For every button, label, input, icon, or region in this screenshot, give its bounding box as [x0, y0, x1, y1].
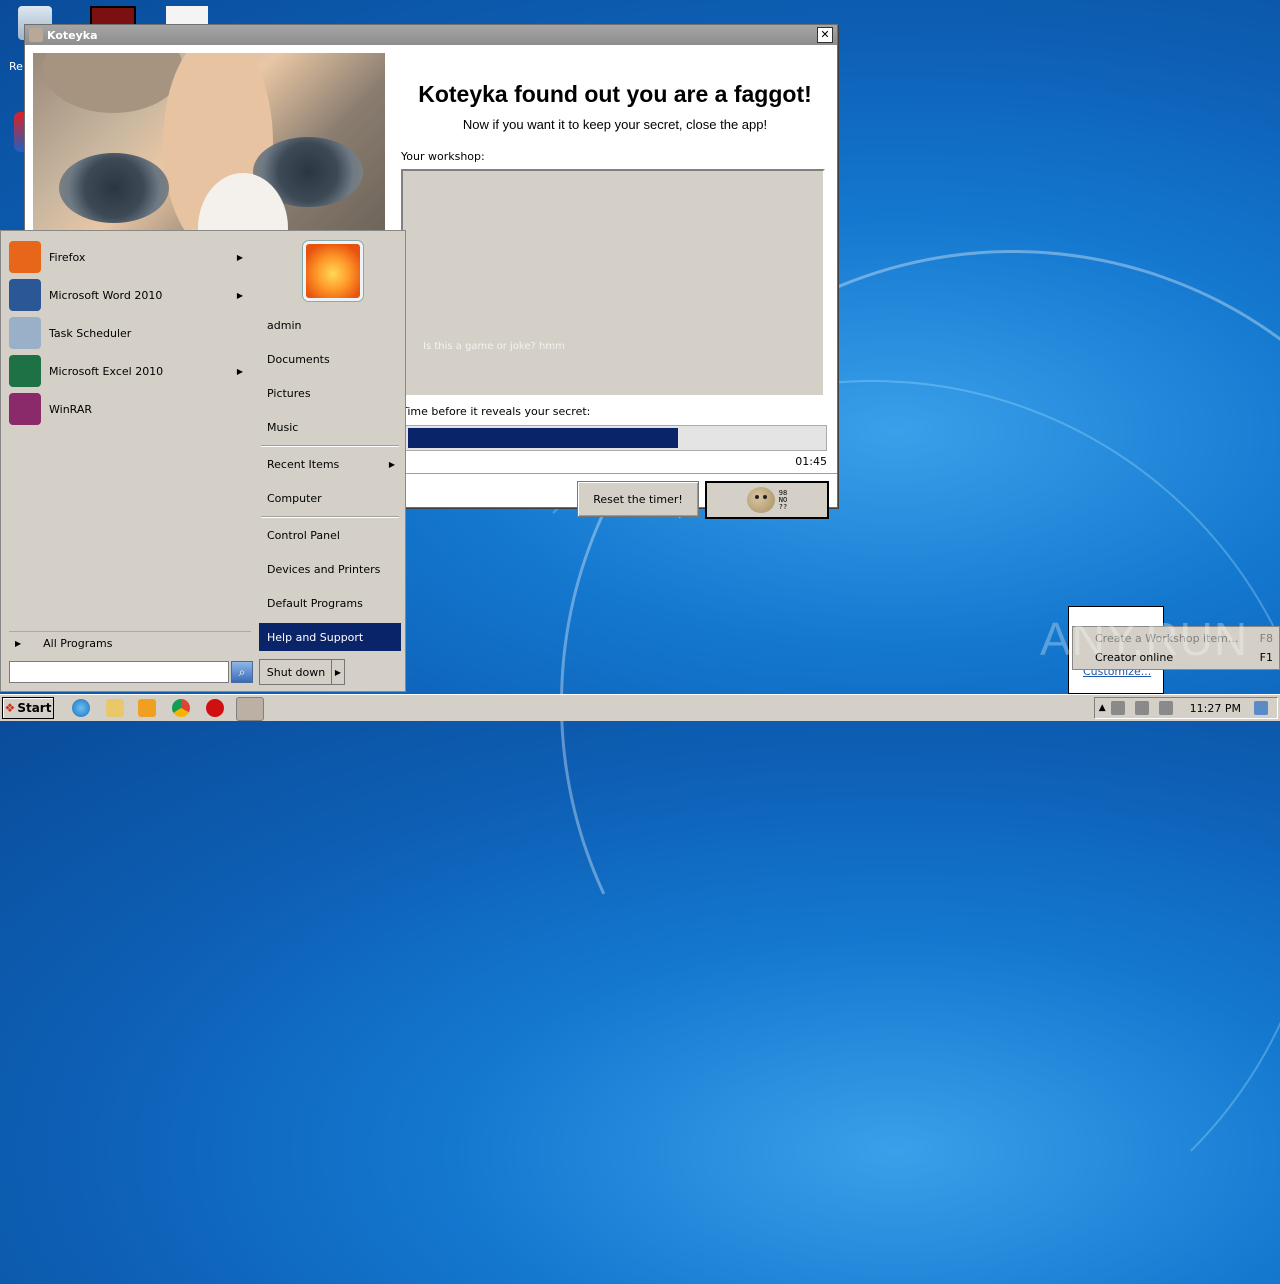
places-item-music[interactable]: Music: [259, 413, 401, 441]
workshop-panel[interactable]: Is this a game or joke? hmm: [401, 169, 825, 397]
shortcut-key: F1: [1259, 651, 1273, 664]
places-item-label: Recent Items: [267, 457, 340, 471]
timer-progress-bar: [405, 425, 827, 451]
shutdown-options-button[interactable]: ▶: [331, 659, 345, 685]
document-icon[interactable]: [166, 6, 208, 24]
divider: [401, 473, 837, 475]
watermark: ANY.RUN: [1040, 613, 1249, 665]
places-item-label: Computer: [267, 491, 322, 505]
start-menu: Firefox ▶ Microsoft Word 2010 ▶ Task Schedul…: [0, 230, 406, 692]
program-label: Task Scheduler: [49, 326, 132, 340]
places-item-label: Pictures: [267, 386, 311, 400]
folder-icon[interactable]: [106, 699, 124, 717]
program-label: Firefox: [49, 250, 86, 264]
all-programs-button[interactable]: ▶ All Programs: [9, 631, 251, 654]
baldi-face-icon: [746, 487, 775, 513]
taskbar: ❖ Start ▲ 11:27 PM: [0, 694, 1280, 721]
search-icon[interactable]: ⌕: [231, 661, 253, 683]
wallpaper-arc: [420, 380, 1280, 1284]
excel-icon: [9, 355, 41, 387]
program-label: WinRAR: [49, 402, 93, 416]
cat-app-icon: [29, 28, 43, 42]
show-desktop-icon[interactable]: [1254, 701, 1268, 715]
windows-logo-icon: ❖: [4, 701, 16, 715]
places-item-recent-items[interactable]: Recent Items ▶: [259, 450, 401, 478]
subline: Now if you want it to keep your secret, …: [462, 117, 768, 132]
submenu-arrow-icon: ▶: [388, 459, 395, 469]
firefox-icon: [9, 241, 41, 273]
media-player-icon[interactable]: [138, 699, 156, 717]
system-tray: ▲ 11:27 PM: [1093, 697, 1278, 719]
places-item-computer[interactable]: Computer: [259, 484, 401, 512]
clock[interactable]: 11:27 PM: [1190, 702, 1241, 715]
program-item[interactable]: Task Scheduler: [9, 315, 251, 351]
program-item[interactable]: Microsoft Excel 2010 ▶: [9, 353, 251, 389]
timer-label: Time before it reveals your secret:: [401, 405, 591, 418]
submenu-arrow-icon: ▶: [236, 252, 243, 262]
program-item[interactable]: Firefox ▶: [9, 239, 251, 275]
shutdown-button[interactable]: Shut down: [259, 659, 333, 685]
progress-fill: [408, 428, 678, 448]
clock-icon: [9, 317, 41, 349]
close-button[interactable]: ✕: [817, 27, 833, 43]
places-item-admin[interactable]: admin: [259, 311, 401, 339]
reset-timer-button[interactable]: Reset the timer!: [577, 481, 699, 517]
places-item-help-and-support[interactable]: Help and Support: [259, 623, 401, 651]
program-label: Microsoft Word 2010: [49, 288, 163, 302]
programs-pane: Firefox ▶ Microsoft Word 2010 ▶ Task Schedul…: [3, 233, 253, 689]
places-item-label: Documents: [267, 352, 330, 366]
chrome-icon[interactable]: [172, 699, 190, 717]
show-hidden-icons-button[interactable]: ▲: [1099, 703, 1106, 713]
shortcut-key: F8: [1259, 632, 1273, 645]
volume-icon[interactable]: [1134, 701, 1149, 715]
program-item[interactable]: WinRAR: [9, 391, 251, 427]
window-title: Koteyka: [47, 28, 98, 42]
places-pane: admin Documents Pictures Music Recent Items ▶…: [257, 233, 403, 689]
network-icon[interactable]: [1110, 701, 1125, 715]
places-item-label: Devices and Printers: [267, 562, 381, 576]
winrar-icon: [9, 393, 41, 425]
koteyka-taskbar-icon[interactable]: [236, 697, 264, 721]
places-item-label: Control Panel: [267, 528, 340, 542]
places-item-label: Default Programs: [267, 596, 363, 610]
start-button[interactable]: ❖ Start: [2, 697, 54, 719]
time-remaining: 01:45: [795, 455, 827, 468]
program-item[interactable]: Microsoft Word 2010 ▶: [9, 277, 251, 313]
places-item-label: Music: [267, 420, 299, 434]
places-item-default-programs[interactable]: Default Programs: [259, 589, 401, 617]
baldi-button[interactable]: 98 NO ??: [705, 481, 829, 519]
program-label: Microsoft Excel 2010: [49, 364, 164, 378]
workshop-label: Your workshop:: [401, 150, 485, 163]
headline: Koteyka found out you are a faggot!: [418, 81, 812, 107]
places-item-pictures[interactable]: Pictures: [259, 379, 401, 407]
submenu-arrow-icon: ▶: [236, 366, 243, 376]
flag-icon[interactable]: [1158, 701, 1173, 715]
button-glyph: 98 NO ??: [778, 488, 788, 511]
word-icon: [9, 279, 41, 311]
workshop-hint: Is this a game or joke? hmm: [423, 341, 565, 352]
desktop-icon-label: Re: [9, 60, 23, 73]
menu-separator: [261, 445, 399, 447]
places-item-label: Help and Support: [267, 630, 364, 644]
user-avatar[interactable]: [303, 241, 363, 301]
opera-icon[interactable]: [206, 699, 224, 717]
menu-separator: [261, 516, 399, 518]
internet-explorer-icon[interactable]: [72, 699, 90, 717]
places-item-devices-and-printers[interactable]: Devices and Printers: [259, 555, 401, 583]
all-programs-label: All Programs: [43, 636, 113, 650]
start-label: Start: [17, 701, 52, 715]
arrow-right-icon: ▶: [15, 638, 22, 648]
submenu-arrow-icon: ▶: [236, 290, 243, 300]
places-item-label: admin: [267, 318, 302, 332]
window-titlebar[interactable]: Koteyka: [25, 25, 837, 45]
search-input[interactable]: [9, 661, 229, 683]
places-item-documents[interactable]: Documents: [259, 345, 401, 373]
places-item-control-panel[interactable]: Control Panel: [259, 521, 401, 549]
cat-photo: [33, 53, 385, 243]
